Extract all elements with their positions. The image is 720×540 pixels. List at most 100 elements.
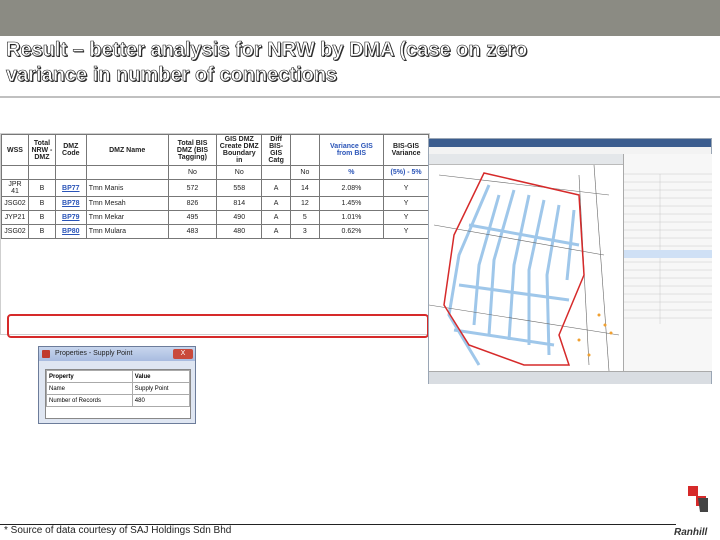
prop-value: 480	[131, 394, 191, 407]
col-nrw: Total NRW - DMZ	[27, 134, 56, 166]
cell-nrw: B	[27, 196, 56, 211]
cell-result: Y	[383, 196, 429, 211]
slide-title: Result – better analysis for NRW by DMA …	[6, 39, 528, 87]
subheader-cell: No	[216, 165, 263, 180]
prop-name: Name	[46, 382, 133, 395]
col-result: BIS-GIS Variance	[383, 134, 429, 166]
subheader-cell: No	[167, 165, 218, 180]
col-bis: Total BIS DMZ (BIS Tagging)	[167, 134, 218, 166]
prop-name: Number of Records	[46, 394, 133, 407]
cell-variance: 2.08%	[318, 179, 385, 197]
cell-bis: 826	[167, 196, 218, 211]
subheader-cell	[27, 165, 56, 180]
panel-drawing	[624, 173, 712, 324]
cell-diff: 12	[290, 196, 320, 211]
table-row: JPR 41 B BP77 Tmn Manis 572 558 A 14 2.0…	[1, 179, 429, 197]
gis-title-bar	[429, 139, 711, 147]
col-wss: WSS	[1, 134, 29, 166]
highlight-box	[7, 314, 429, 338]
col-diff	[290, 134, 320, 166]
table-row: Name Supply Point	[46, 382, 191, 395]
cell-diff: 14	[290, 179, 320, 197]
cell-wss: JPR 41	[1, 179, 29, 197]
cell-result: Y	[383, 224, 429, 239]
table-row: JSG02 B BP78 Tmn Mesah 826 814 A 12 1.45…	[1, 196, 429, 211]
dmz-code-link[interactable]: BP80	[62, 228, 80, 235]
value-header: Value	[131, 370, 191, 383]
logo-text: Ranhill	[674, 527, 708, 538]
gis-screenshot	[428, 138, 712, 384]
subheader-cell	[261, 165, 292, 180]
cell-nrw: B	[27, 224, 56, 239]
cell-gis: 480	[216, 224, 263, 239]
cell-bis: 483	[167, 224, 218, 239]
cell-wss: JYP21	[1, 210, 29, 225]
ranhill-logo-icon	[688, 486, 708, 512]
cell-bis: 495	[167, 210, 218, 225]
col-code: DMZ Code	[54, 134, 87, 166]
col-name: DMZ Name	[85, 134, 169, 166]
cell-name: Tmn Mesah	[85, 196, 169, 211]
subheader-cell	[1, 165, 29, 180]
cell-nrw: B	[27, 179, 56, 197]
cell-catg: A	[261, 196, 292, 211]
gis-toolbar	[429, 154, 623, 165]
cell-gis: 558	[216, 179, 263, 197]
table-row: JSG02 B BP80 Tmn Mulara 483 480 A 3 0.62…	[1, 224, 429, 239]
cell-variance: 1.01%	[318, 210, 385, 225]
cell-result: Y	[383, 179, 429, 197]
cell-variance: 1.45%	[318, 196, 385, 211]
cell-gis: 814	[216, 196, 263, 211]
title-rule	[0, 96, 720, 98]
cell-result: Y	[383, 210, 429, 225]
cell-nrw: B	[27, 210, 56, 225]
prop-value: Supply Point	[131, 382, 191, 395]
dialog-title: Properties - Supply Point	[55, 350, 133, 357]
table-row: Number of Records 480	[46, 394, 191, 407]
cell-diff: 3	[290, 224, 320, 239]
col-catg: Diff BIS-GIS Catg	[261, 134, 292, 166]
app-icon	[42, 350, 50, 358]
dialog-title-bar: Properties - Supply Point X	[39, 347, 195, 361]
table-header-row: Property Value	[46, 370, 191, 383]
cell-variance: 0.62%	[318, 224, 385, 239]
gis-map	[429, 165, 623, 371]
cell-name: Tmn Mekar	[85, 210, 169, 225]
dmz-code-link[interactable]: BP79	[62, 214, 80, 221]
subheader-cell: (5%) - 5%	[383, 165, 429, 180]
cell-catg: A	[261, 179, 292, 197]
nrw-table-screenshot: WSS Total NRW - DMZ DMZ Code DMZ Name To…	[0, 133, 430, 338]
slide-title-area: Result – better analysis for NRW by DMA …	[0, 36, 720, 94]
table-row: JYP21 B BP79 Tmn Mekar 495 490 A 5 1.01%…	[1, 210, 429, 225]
dmz-code-link[interactable]: BP77	[62, 185, 80, 192]
properties-dialog: Properties - Supply Point X Property Val…	[38, 346, 196, 424]
subheader-cell: %	[318, 165, 385, 180]
cell-diff: 5	[290, 210, 320, 225]
prop-header: Property	[46, 370, 133, 383]
table-header-row: WSS Total NRW - DMZ DMZ Code DMZ Name To…	[1, 134, 429, 166]
cell-wss: JSG02	[1, 196, 29, 211]
cell-catg: A	[261, 224, 292, 239]
close-button[interactable]: X	[173, 349, 193, 359]
cell-gis: 490	[216, 210, 263, 225]
subheader-cell	[85, 165, 169, 180]
cell-wss: JSG02	[1, 224, 29, 239]
col-variance: Variance GIS from BIS	[318, 134, 385, 166]
col-gis: GIS DMZ Create DMZ Boundary in	[216, 134, 263, 166]
subheader-cell	[54, 165, 87, 180]
cell-bis: 572	[167, 179, 218, 197]
footnote: * Source of data courtesy of SAJ Holding…	[4, 525, 232, 536]
cell-catg: A	[261, 210, 292, 225]
subheader-cell: No	[290, 165, 320, 180]
gis-status-bar	[429, 371, 711, 384]
dmz-code-link[interactable]: BP78	[62, 200, 80, 207]
cell-name: Tmn Manis	[85, 179, 169, 197]
dialog-body: Property Value Name Supply Point Number …	[45, 369, 191, 419]
nrw-table: WSS Total NRW - DMZ DMZ Code DMZ Name To…	[1, 134, 429, 239]
gis-properties-panel	[623, 154, 712, 371]
top-bar	[0, 0, 720, 36]
table-subheader-row: No No No % (5%) - 5%	[1, 165, 429, 180]
map-drawing	[429, 165, 620, 371]
properties-table: Property Value Name Supply Point Number …	[46, 370, 191, 407]
cell-name: Tmn Mulara	[85, 224, 169, 239]
